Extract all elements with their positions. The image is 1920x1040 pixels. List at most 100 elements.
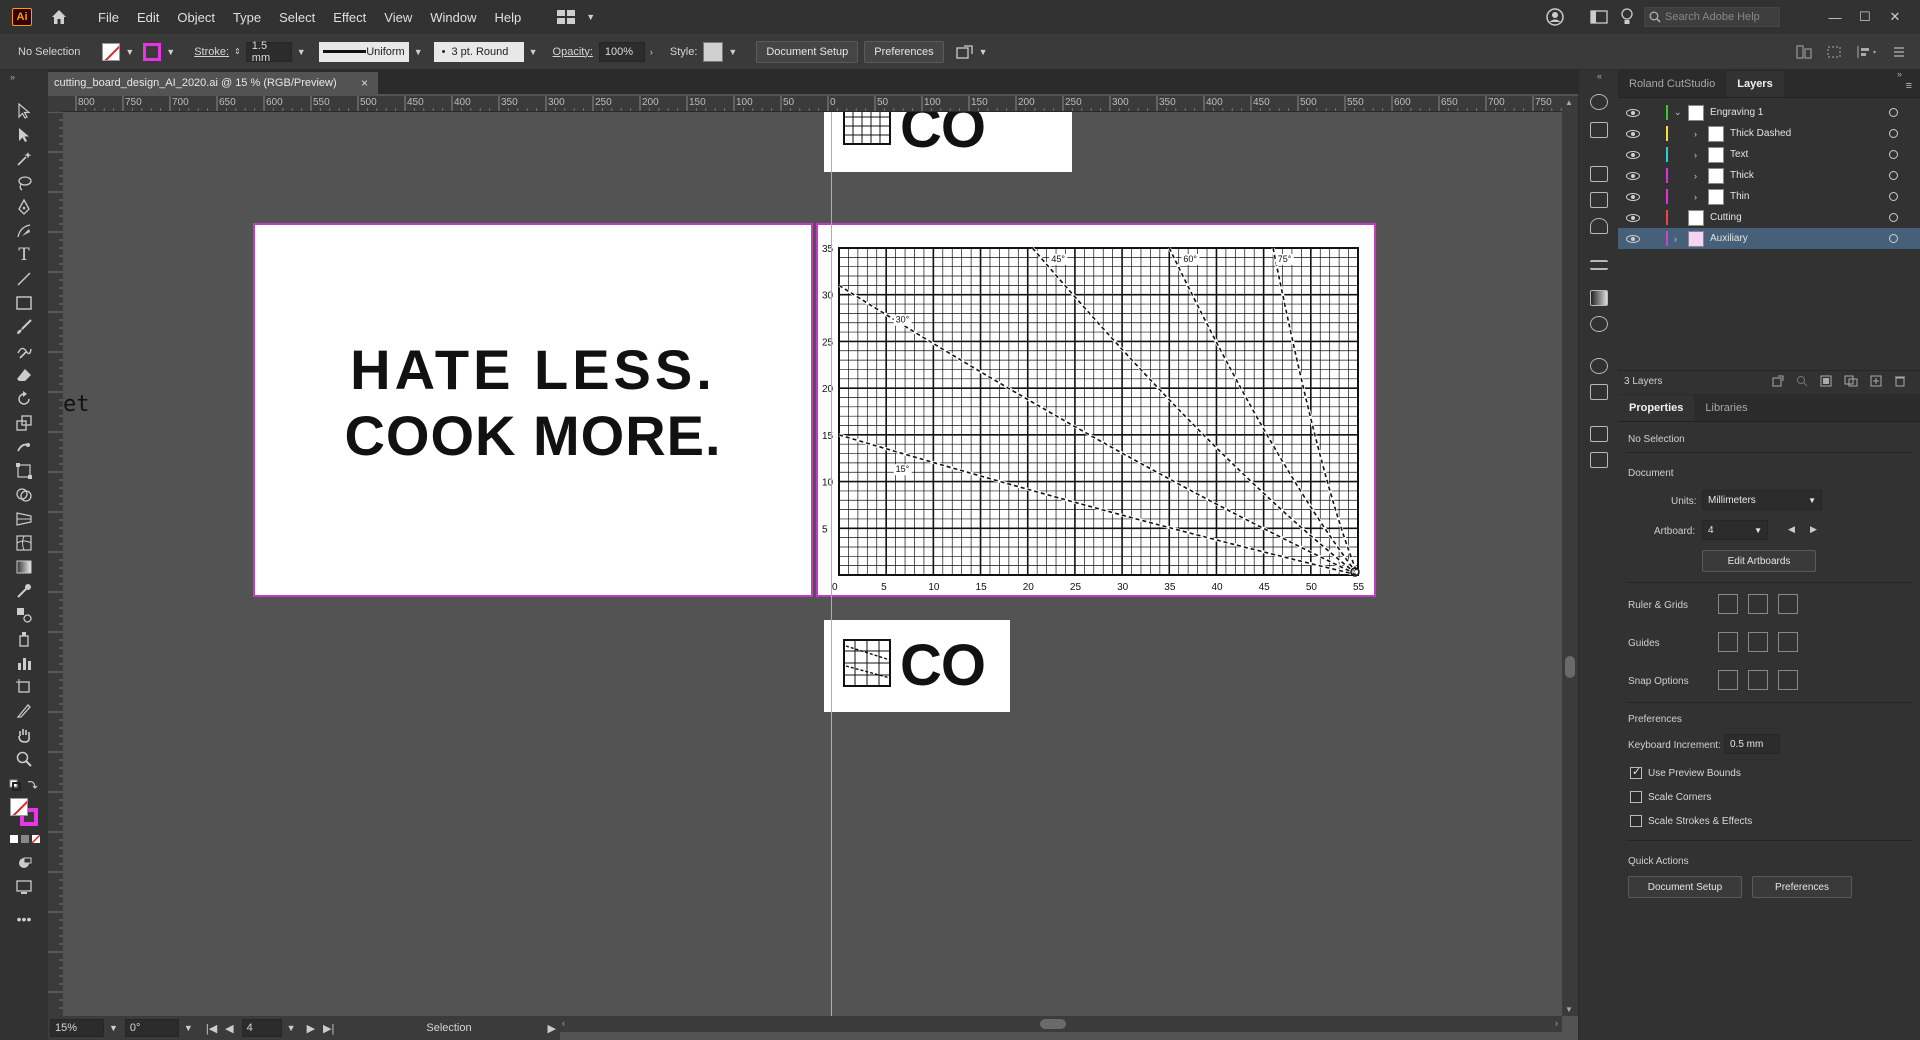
layer-row-thick-dashed[interactable]: › Thick Dashed (1618, 123, 1920, 144)
opacity-field[interactable]: 100% (598, 41, 645, 62)
current-tool-status[interactable]: Selection (426, 1022, 471, 1034)
layer-row-engraving-1[interactable]: ⌄ Engraving 1 (1618, 102, 1920, 123)
artboard-slogan[interactable]: HATE LESS. COOK MORE. (253, 223, 813, 597)
trash-icon[interactable] (1894, 375, 1906, 387)
horizontal-scrollbar[interactable]: ‹ › (560, 1016, 1562, 1032)
locate-object-icon[interactable] (1796, 375, 1808, 387)
perspective-grid-tool-icon[interactable] (14, 510, 34, 528)
opacity-label[interactable]: Opacity: (553, 46, 593, 58)
free-transform-tool-icon[interactable] (14, 462, 34, 480)
fill-stroke-widget[interactable] (8, 796, 42, 826)
expand-chevron-icon[interactable]: ⌄ (1674, 107, 1682, 118)
opacity-expand-icon[interactable]: › (650, 47, 653, 57)
artboards-icon[interactable] (1590, 166, 1608, 182)
artboard-nav-dropdown-icon[interactable]: ▼ (287, 1023, 296, 1033)
draw-mode-icon[interactable] (14, 854, 34, 872)
layer-target-icon[interactable] (1889, 129, 1898, 138)
scroll-left-icon[interactable]: ‹ (562, 1018, 565, 1028)
expand-chevron-icon[interactable]: › (1694, 150, 1697, 160)
column-graph-tool-icon[interactable] (14, 654, 34, 672)
rotate-tool-icon[interactable] (14, 390, 34, 408)
stroke-stepper-icon[interactable]: ⇕ (234, 47, 241, 56)
expand-chevron-icon[interactable]: › (1674, 234, 1677, 244)
visibility-eye-icon[interactable] (1626, 171, 1640, 180)
visibility-eye-icon[interactable] (1626, 150, 1640, 159)
symbol-sprayer-tool-icon[interactable] (14, 630, 34, 648)
appearance-panel-icon[interactable] (1590, 358, 1608, 374)
gradient-tool-icon[interactable] (14, 558, 34, 576)
panel-menu-icon[interactable] (1892, 45, 1906, 59)
graphic-styles-icon[interactable] (1590, 384, 1608, 400)
tab-roland-cutstudio[interactable]: Roland CutStudio (1618, 71, 1726, 97)
search-field[interactable]: Search Adobe Help (1644, 7, 1780, 27)
rulers-toggle-icon[interactable] (1718, 594, 1738, 614)
layer-target-icon[interactable] (1889, 150, 1898, 159)
style-dropdown-icon[interactable]: ▼ (728, 47, 737, 57)
fill-color-box[interactable] (10, 798, 28, 816)
lasso-tool-icon[interactable] (14, 174, 34, 192)
eraser-tool-icon[interactable] (14, 366, 34, 384)
slice-tool-icon[interactable] (14, 702, 34, 720)
layer-target-icon[interactable] (1889, 108, 1898, 117)
clipping-mask-icon[interactable] (1820, 375, 1832, 387)
layer-name[interactable]: Text (1730, 149, 1748, 160)
first-artboard-icon[interactable]: |◀ (206, 1022, 217, 1035)
arrange-documents-icon[interactable] (955, 44, 974, 60)
scroll-up-icon[interactable]: ▲ (1565, 98, 1573, 107)
lightbulb-icon[interactable] (1620, 8, 1634, 26)
snap-to-grid-icon[interactable] (1748, 670, 1768, 690)
curvature-tool-icon[interactable] (14, 222, 34, 240)
use-preview-bounds-checkbox[interactable] (1630, 765, 1642, 779)
edit-toolbar-icon[interactable]: ••• (14, 910, 34, 928)
show-guides-icon[interactable] (1718, 632, 1738, 652)
layer-row-cutting[interactable]: Cutting (1618, 207, 1920, 228)
snap-to-point-icon[interactable] (1718, 670, 1738, 690)
panel-layout-icon[interactable] (1590, 10, 1608, 24)
document-setup-button[interactable]: Document Setup (756, 40, 859, 63)
document-tab[interactable]: cutting_board_design_AI_2020.ai @ 15 % (… (48, 70, 378, 94)
paintbrush-tool-icon[interactable] (14, 318, 34, 336)
collapse-toolbar-icon[interactable]: » (10, 72, 15, 82)
fill-dropdown-icon[interactable]: ▼ (125, 47, 134, 57)
units-select[interactable]: Millimeters ▼ (1702, 490, 1822, 510)
style-swatch[interactable] (703, 41, 724, 62)
stroke-weight-field[interactable]: 1.5 mm (245, 40, 292, 64)
zoom-dropdown-icon[interactable]: ▼ (109, 1023, 118, 1033)
layer-name[interactable]: Engraving 1 (1710, 107, 1763, 118)
layer-name[interactable]: Auxiliary (1710, 233, 1748, 244)
smart-guides-icon[interactable] (1778, 632, 1798, 652)
asset-export-icon[interactable] (1590, 192, 1608, 208)
lock-guides-icon[interactable] (1748, 632, 1768, 652)
align-icon[interactable] (1796, 45, 1812, 59)
home-icon[interactable] (50, 8, 68, 26)
collapse-strip-icon[interactable]: « (1597, 71, 1602, 81)
warp-tool-icon[interactable] (14, 438, 34, 456)
zoom-field[interactable]: 15% (50, 1019, 104, 1037)
links-icon[interactable] (1590, 452, 1608, 468)
maximize-icon[interactable]: ☐ (1850, 9, 1880, 25)
offcanvas-text[interactable]: et (63, 392, 90, 417)
type-tool-icon[interactable]: T (14, 245, 34, 265)
color-mode-icons[interactable] (10, 834, 41, 844)
visibility-eye-icon[interactable] (1626, 192, 1640, 201)
last-artboard-icon[interactable]: ▶| (323, 1022, 334, 1035)
layer-row-auxiliary[interactable]: › Auxiliary (1618, 228, 1920, 249)
scale-tool-icon[interactable] (14, 414, 34, 432)
transparency-grid-icon[interactable] (1778, 594, 1798, 614)
layer-target-icon[interactable] (1889, 171, 1898, 180)
previous-artboard-icon[interactable]: ◀ (225, 1022, 233, 1035)
rotate-dropdown-icon[interactable]: ▼ (184, 1023, 193, 1033)
visibility-eye-icon[interactable] (1626, 234, 1640, 243)
menu-file[interactable]: File (98, 10, 119, 25)
minimize-icon[interactable]: — (1820, 10, 1850, 25)
vertical-scrollbar[interactable]: ▲ ▼ (1562, 96, 1578, 1016)
next-artboard-icon[interactable]: ▶ (307, 1022, 315, 1035)
vertical-guide[interactable] (831, 112, 832, 1016)
fill-swatch[interactable] (102, 42, 121, 61)
brush-dropdown-icon[interactable]: ▼ (529, 47, 538, 57)
collect-export-icon[interactable] (1772, 375, 1784, 387)
artboard-tool-icon[interactable] (14, 678, 34, 696)
hand-tool-icon[interactable] (14, 726, 34, 744)
layer-row-thick[interactable]: › Thick (1618, 165, 1920, 186)
screen-mode-icon[interactable] (14, 878, 34, 896)
